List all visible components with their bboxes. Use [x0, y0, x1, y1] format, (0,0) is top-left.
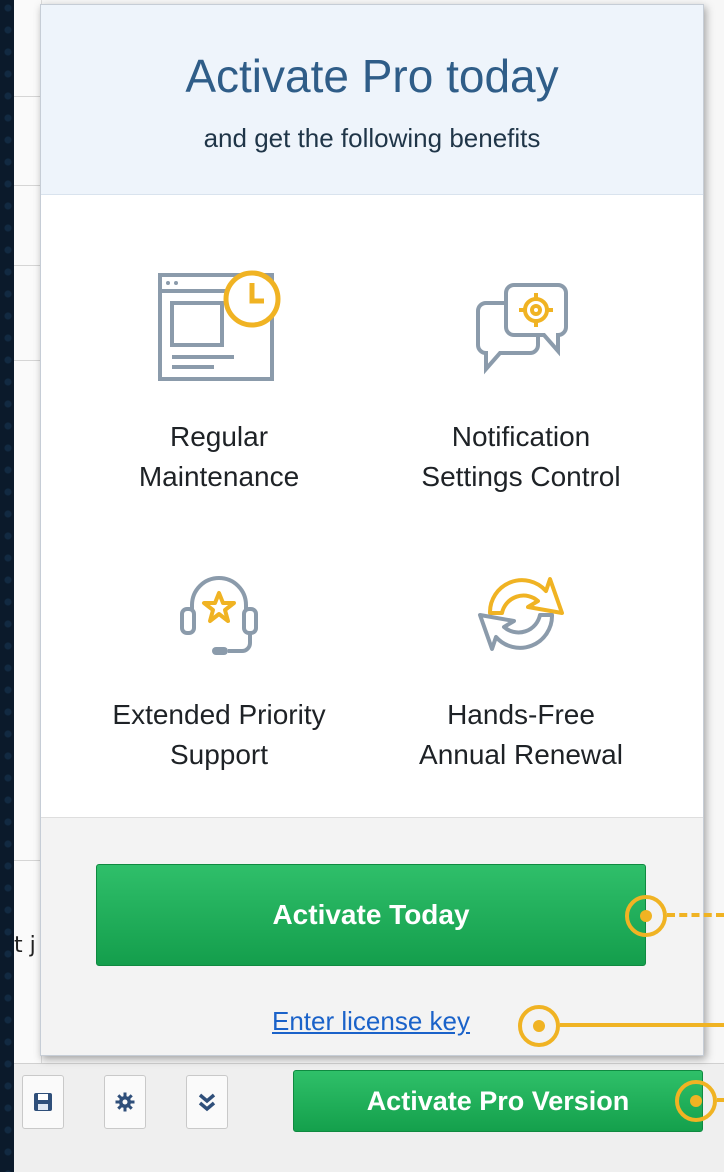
chat-gear-icon	[476, 283, 568, 375]
benefit-label-line2: Support	[169, 739, 269, 770]
save-icon	[34, 1093, 52, 1111]
gear-icon	[115, 1092, 135, 1112]
app-row-divider	[14, 96, 42, 97]
app-row-divider	[14, 185, 42, 186]
save-button[interactable]	[22, 1075, 64, 1129]
app-row-divider	[14, 860, 42, 861]
benefit-label-line2: Annual Renewal	[419, 739, 623, 770]
callout-marker	[625, 895, 667, 937]
popup-title: Activate Pro today	[185, 50, 559, 102]
app-row-divider	[14, 360, 42, 361]
benefit-regular-maintenance: Regular Maintenance	[69, 267, 369, 497]
expand-button[interactable]	[186, 1075, 228, 1129]
activate-today-button[interactable]: Activate Today	[96, 864, 646, 966]
callout-marker	[518, 1005, 560, 1047]
benefit-hands-free-renewal: Hands-Free Annual Renewal	[371, 555, 671, 775]
chevron-double-down-icon	[198, 1093, 216, 1112]
benefit-extended-priority-support: Extended Priority Support	[69, 555, 369, 775]
benefit-notification-settings: Notification Settings Control	[371, 267, 671, 497]
callout-marker	[675, 1080, 717, 1122]
app-row-divider	[14, 265, 42, 266]
popup-subtitle: and get the following benefits	[203, 123, 541, 153]
activate-pro-version-button[interactable]: Activate Pro Version	[293, 1070, 703, 1132]
app-side-column	[14, 0, 42, 1065]
callout-connector	[667, 913, 724, 917]
window-clock-icon	[158, 270, 281, 381]
enter-license-key-link[interactable]: Enter license key	[40, 1006, 702, 1037]
benefit-label-line2: Settings Control	[421, 461, 621, 492]
benefit-label-line1: Hands-Free	[447, 699, 595, 730]
headset-star-icon	[180, 576, 258, 655]
benefit-label-line1: Regular	[169, 421, 269, 452]
benefit-label-line1: Notification	[451, 421, 591, 452]
benefit-label-line2: Maintenance	[138, 461, 300, 492]
app-partial-text: t j	[14, 933, 36, 958]
benefit-label-line1: Extended Priority	[112, 699, 326, 730]
popup-header: Activate Pro today and get the following…	[41, 5, 703, 195]
callout-connector	[717, 1098, 724, 1102]
renewal-arrows-icon	[478, 577, 564, 651]
callout-connector	[560, 1023, 724, 1027]
settings-button[interactable]	[104, 1075, 146, 1129]
